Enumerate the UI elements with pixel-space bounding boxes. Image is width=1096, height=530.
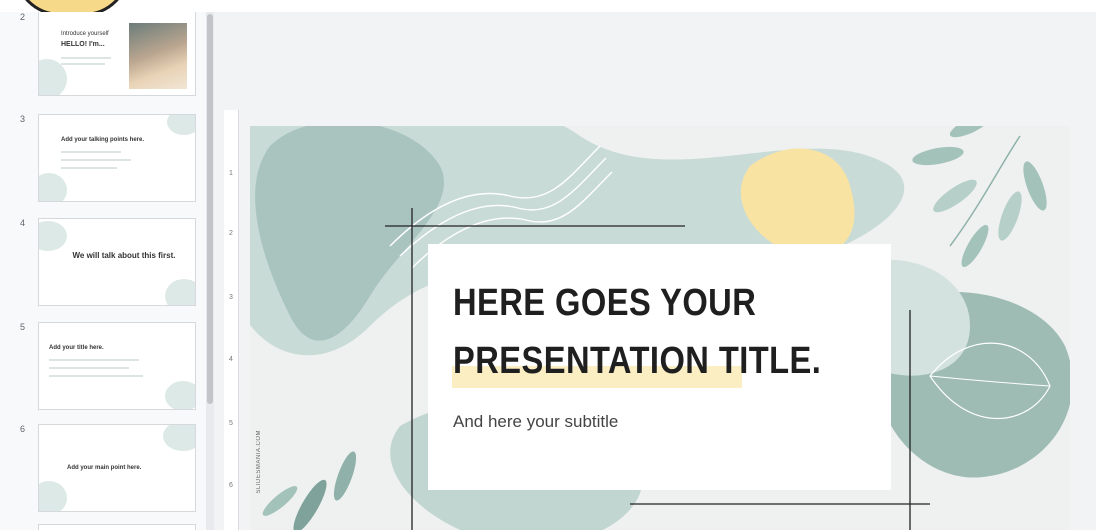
ruler-mark: 3	[229, 294, 233, 301]
slide-title-line-1[interactable]: HERE GOES YOUR	[453, 282, 756, 325]
text-placeholder-line	[61, 57, 111, 59]
text-placeholder-line	[49, 375, 143, 377]
slide-number: 5	[20, 322, 26, 332]
portrait-photo	[129, 23, 187, 89]
leaf	[998, 191, 1022, 241]
leaf	[912, 146, 964, 166]
slide-thumbnail[interactable]: Add your talking points here.	[38, 114, 196, 202]
ruler-mark: 6	[229, 482, 233, 489]
ruler-mark: 2	[229, 230, 233, 237]
leaf	[1023, 161, 1047, 211]
ruler-mark: 4	[229, 356, 233, 363]
thumbnail-heading: Add your main point here.	[67, 465, 142, 471]
leaf	[333, 451, 357, 501]
text-placeholder-line	[61, 159, 131, 161]
slide-number: 4	[20, 218, 26, 228]
slide-credit: SLIDESMANIA.COM	[256, 430, 262, 494]
decorative-blob	[163, 425, 195, 451]
text-placeholder-line	[61, 63, 105, 65]
leaf	[262, 486, 298, 516]
ruler-mark: 1	[229, 170, 233, 177]
decorative-blob	[165, 381, 195, 409]
slide-thumbnail[interactable]: Add your title here.	[38, 322, 196, 410]
ruler-mark: 5	[229, 420, 233, 427]
slide-number: 3	[20, 114, 26, 124]
slide-thumbnail[interactable]	[38, 524, 196, 530]
thumbnail-heading: Add your talking points here.	[61, 137, 145, 143]
text-placeholder-line	[61, 151, 121, 153]
title-text-box[interactable]: HERE GOES YOUR PRESENTATION TITLE. And h…	[428, 244, 891, 490]
slide-number: 6	[20, 424, 26, 434]
slide-thumbnail[interactable]: Add your main point here.	[38, 424, 196, 512]
current-slide[interactable]: HERE GOES YOUR PRESENTATION TITLE. And h…	[250, 126, 1070, 530]
thumbnail-heading: Add your title here.	[49, 345, 104, 351]
slide-thumbnail[interactable]: Introduce yourself HELLO! I'm...	[38, 12, 196, 96]
leaf	[293, 479, 327, 530]
filmstrip-scrollbar-thumb[interactable]	[207, 14, 213, 404]
slide-subtitle[interactable]: And here your subtitle	[453, 412, 618, 432]
top-bar	[0, 0, 1096, 12]
decorative-blob	[39, 481, 67, 511]
thumbnail-heading: HELLO! I'm...	[61, 41, 105, 48]
decorative-blob	[167, 115, 195, 135]
text-placeholder-line	[49, 359, 139, 361]
thumbnail-subheading: Introduce yourself	[61, 31, 109, 37]
slide-thumbnail[interactable]: We will talk about this first.	[38, 218, 196, 306]
text-placeholder-line	[61, 167, 117, 169]
decorative-blob	[39, 221, 67, 251]
leaf	[949, 126, 991, 138]
slide-filmstrip[interactable]: 2 Introduce yourself HELLO! I'm... 3 Add…	[0, 12, 206, 530]
slide-number: 2	[20, 12, 26, 22]
decorative-blob	[165, 279, 195, 305]
thumbnail-heading: We will talk about this first.	[72, 251, 176, 260]
decorative-blob	[39, 173, 67, 201]
text-placeholder-line	[49, 367, 129, 369]
slide-title-line-2[interactable]: PRESENTATION TITLE.	[453, 340, 821, 383]
vertical-ruler: 1 2 3 4 5 6	[224, 110, 239, 530]
